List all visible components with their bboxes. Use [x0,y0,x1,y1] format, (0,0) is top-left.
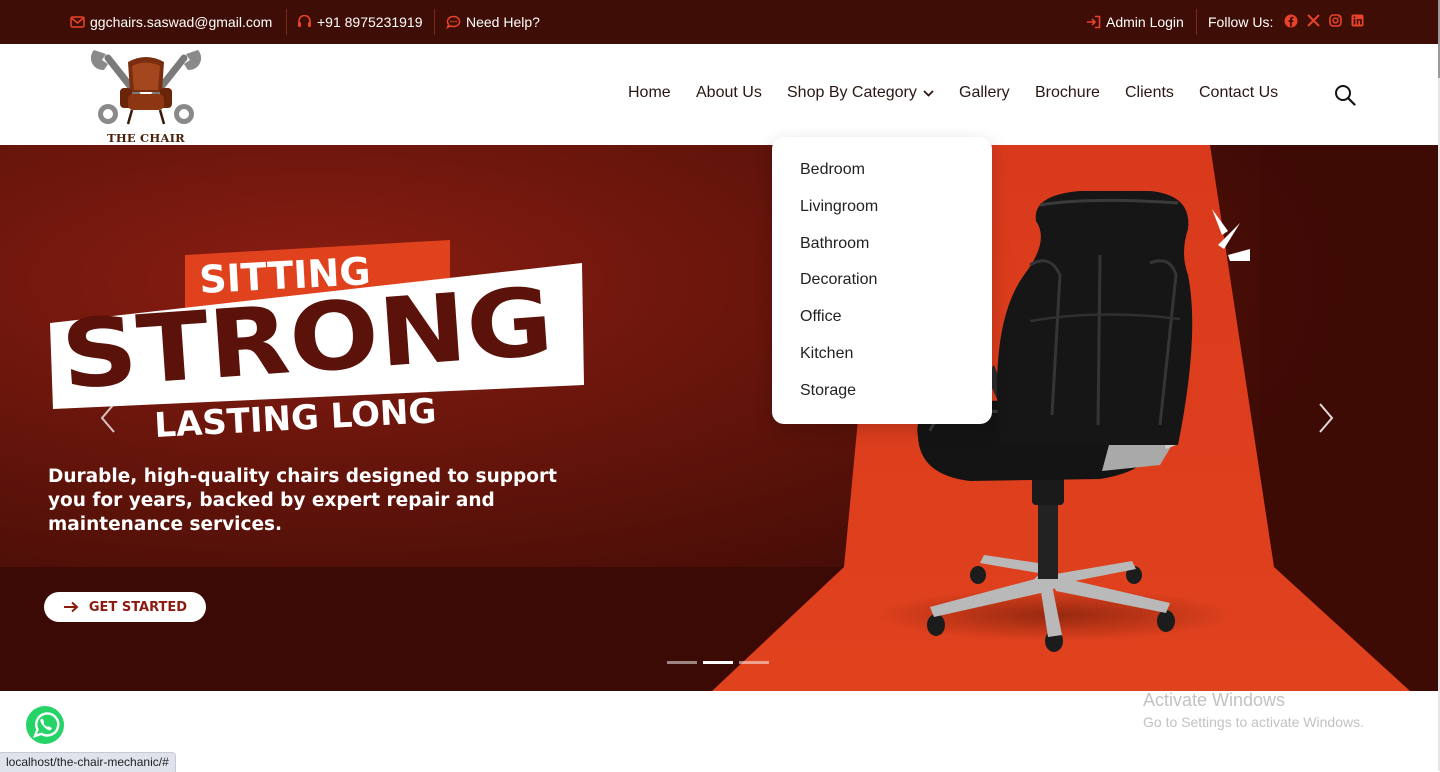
admin-login-text: Admin Login [1106,14,1184,30]
nav-clients[interactable]: Clients [1125,84,1174,102]
divider [1196,9,1197,35]
search-icon [1335,85,1356,106]
chevron-right-icon [1319,403,1334,433]
help-link[interactable]: Need Help? [446,0,540,44]
chevron-left-icon [100,403,115,433]
dropdown-item-kitchen[interactable]: Kitchen [800,345,853,363]
nav-gallery[interactable]: Gallery [959,84,1010,102]
activate-windows-title: Activate Windows [1143,690,1286,710]
follow-us-label: Follow Us: [1208,14,1274,30]
admin-login-link[interactable]: Admin Login [1086,0,1184,44]
help-text: Need Help? [466,14,540,30]
facebook-icon[interactable] [1284,14,1298,31]
phone-link[interactable]: +91 8975231919 [297,0,423,44]
dropdown-item-bedroom[interactable]: Bedroom [800,161,865,179]
email-text: ggchairs.saswad@gmail.com [90,14,273,30]
get-started-button[interactable]: GET STARTED [44,592,206,622]
slider-prev-arrow[interactable] [98,402,118,434]
dropdown-item-decoration[interactable]: Decoration [800,271,877,289]
linkedin-icon[interactable] [1351,14,1364,31]
nav-contact[interactable]: Contact Us [1199,84,1278,102]
email-link[interactable]: ggchairs.saswad@gmail.com [70,0,272,44]
nav-shop-by-category[interactable]: Shop By Category [787,84,934,102]
slider-indicators [667,661,769,664]
get-started-label: GET STARTED [88,599,188,615]
hero-slider: SITTING STRONG LASTING LONG Durable, hig… [0,145,1438,691]
chair-wrench-logo-icon [90,50,202,125]
dropdown-item-livingroom[interactable]: Livingroom [800,198,878,216]
dropdown-item-storage[interactable]: Storage [800,382,856,400]
shop-category-dropdown: Bedroom Livingroom Bathroom Decoration O… [772,137,992,424]
nav-shop-label: Shop By Category [787,84,917,101]
chevron-down-icon [923,89,934,97]
nav-brochure[interactable]: Brochure [1035,84,1100,102]
social-links [1284,13,1364,31]
nav-about[interactable]: About Us [696,84,762,102]
follow-us: Follow Us: [1208,0,1364,44]
whatsapp-icon [22,702,68,748]
x-icon[interactable] [1307,13,1321,31]
slider-next-arrow[interactable] [1316,402,1336,434]
activate-windows-subtitle: Go to Settings to activate Windows. [1143,714,1364,730]
slider-dot[interactable] [667,661,697,664]
hero-background: SITTING STRONG LASTING LONG [0,145,1438,691]
top-bar: ggchairs.saswad@gmail.com +91 8975231919… [0,0,1438,44]
instagram-icon[interactable] [1329,13,1343,31]
envelope-icon [70,16,85,28]
site-logo[interactable]: THE CHAIR MECHANIC [68,48,224,159]
main-navbar: THE CHAIR MECHANIC Home About Us Shop By… [0,44,1438,159]
dropdown-item-bathroom[interactable]: Bathroom [800,235,869,253]
headset-icon [297,15,312,29]
nav-home[interactable]: Home [628,84,671,102]
divider [434,9,435,35]
chat-bubble-icon [446,15,461,29]
login-icon [1086,15,1101,29]
dropdown-item-office[interactable]: Office [800,308,842,326]
phone-text: +91 8975231919 [317,14,423,30]
hero-subtitle: Durable, high-quality chairs designed to… [48,466,557,535]
slider-dot-active[interactable] [703,661,733,664]
arrow-right-icon [63,601,79,613]
divider [286,9,287,35]
search-button[interactable] [1334,84,1356,106]
whatsapp-button[interactable] [21,701,69,749]
slider-dot[interactable] [739,661,769,664]
status-bar-url: localhost/the-chair-mechanic/# [0,752,176,772]
